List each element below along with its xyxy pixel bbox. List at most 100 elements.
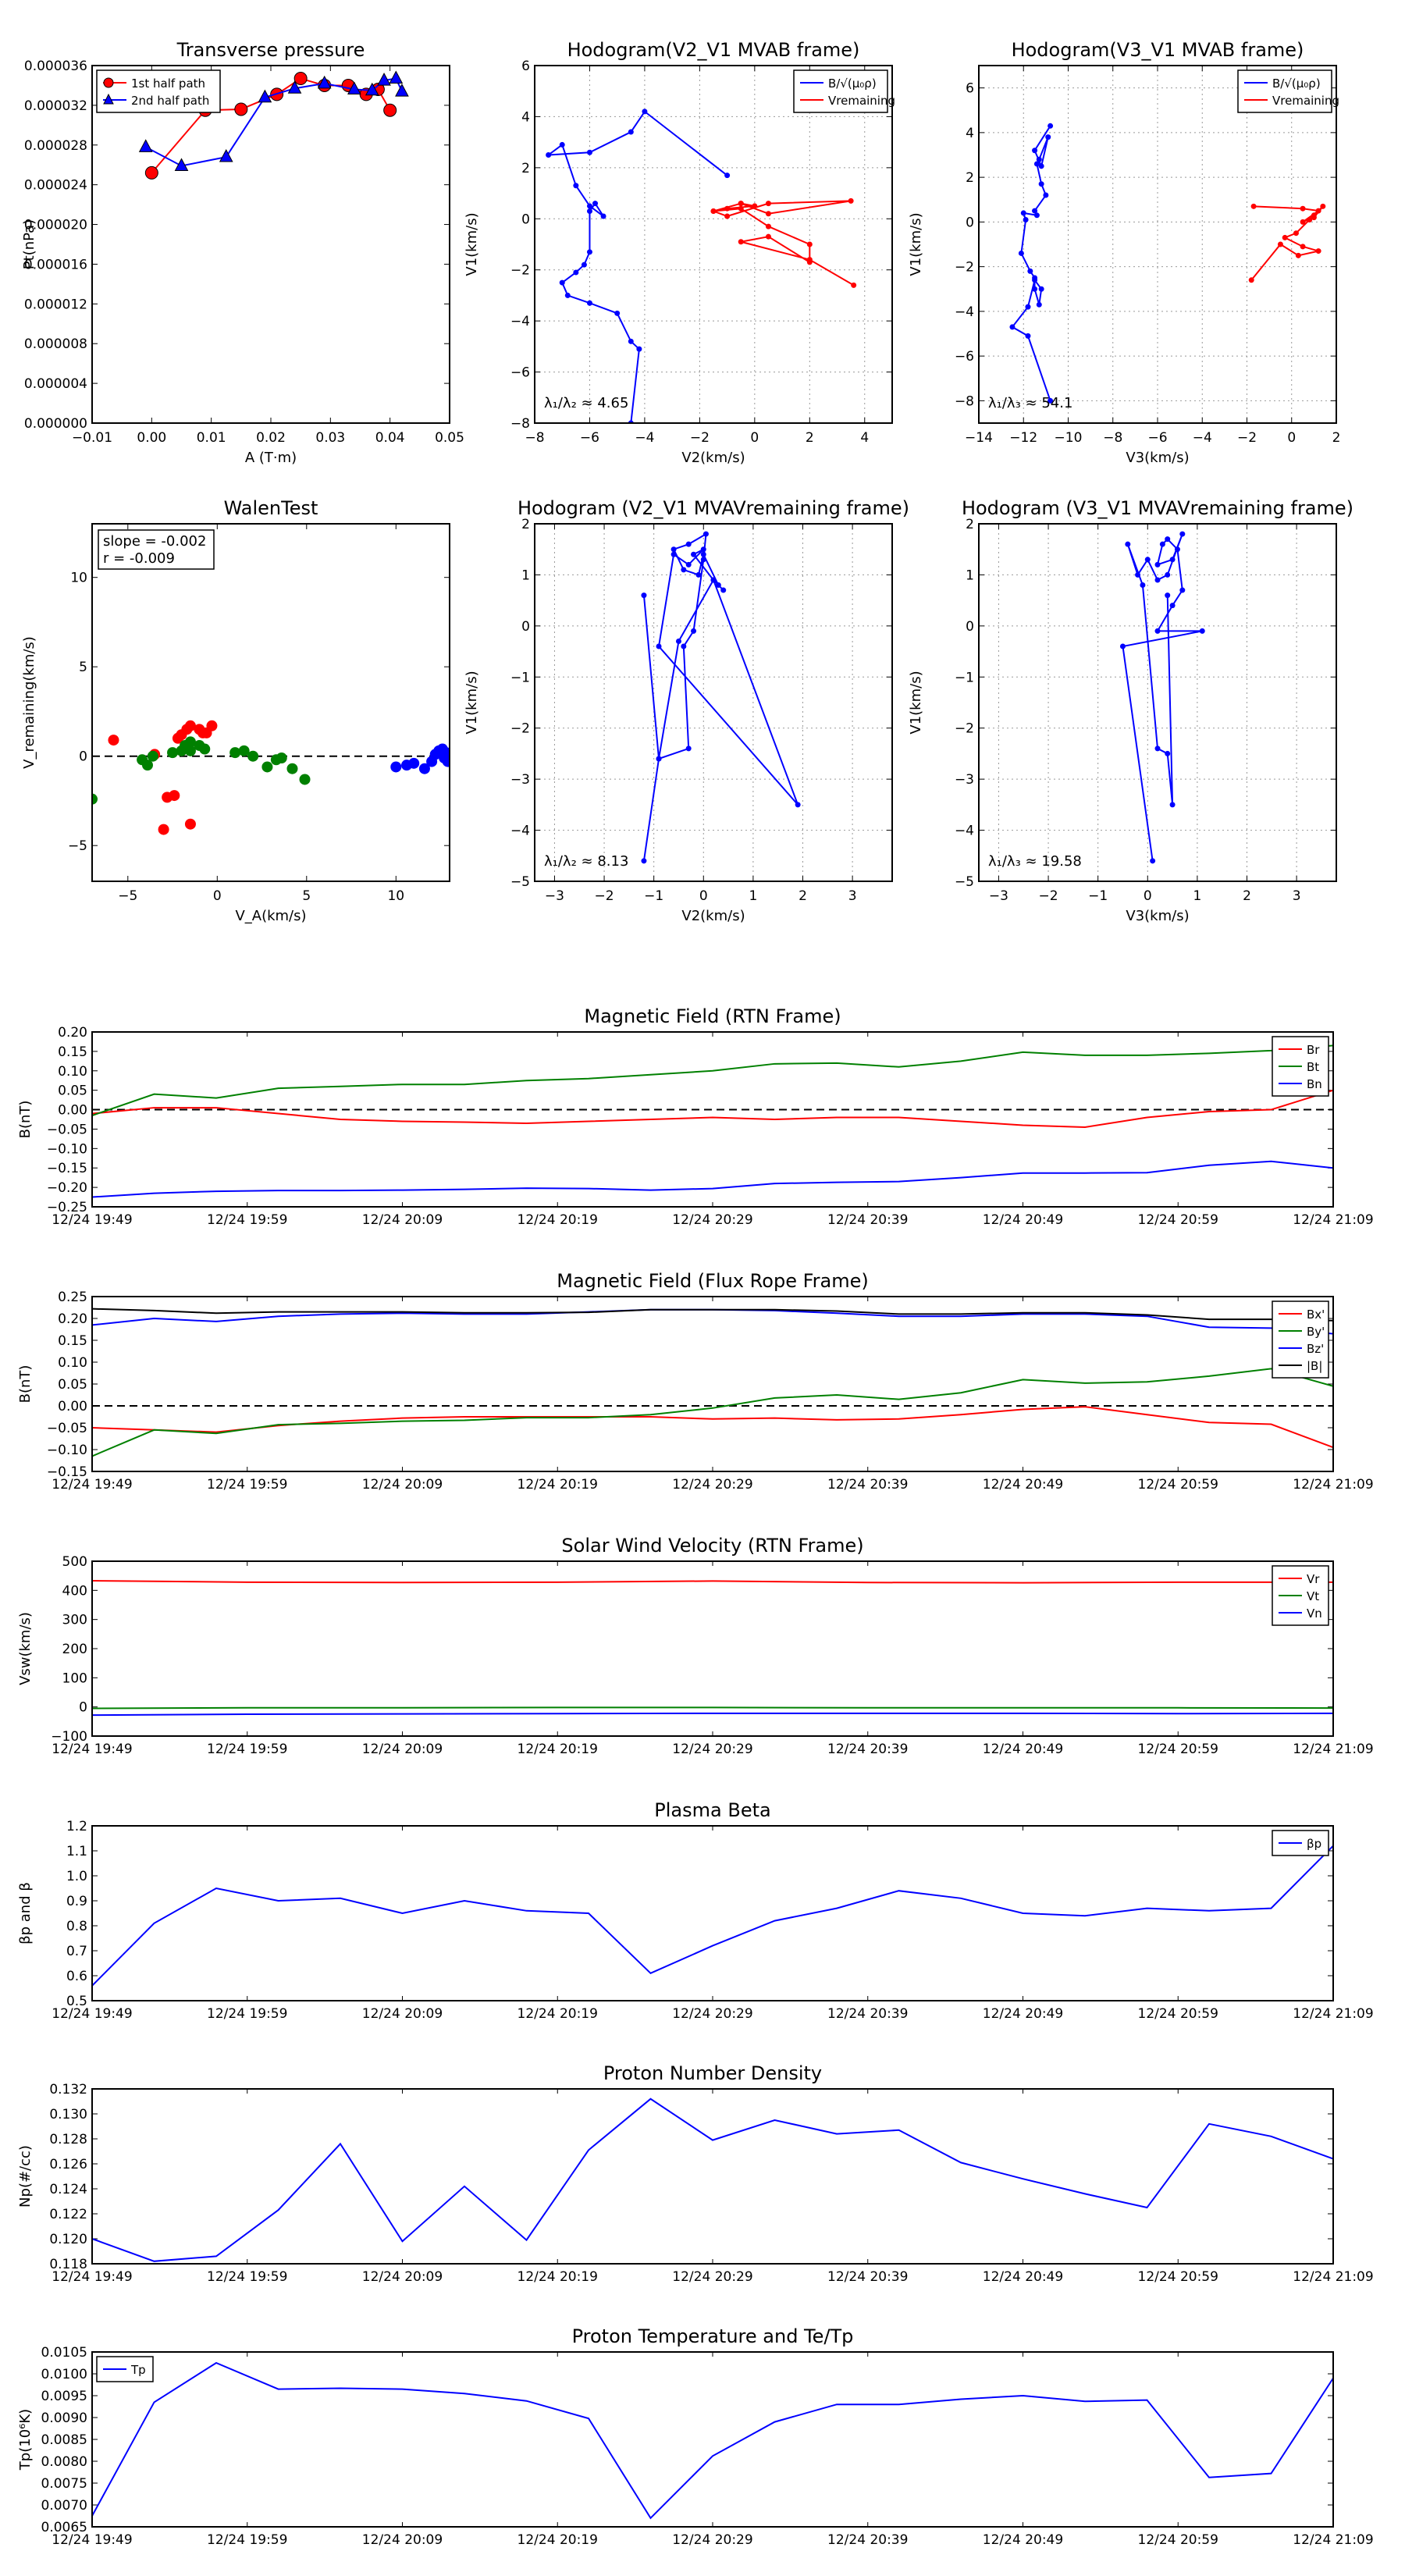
legend-label: Tp	[130, 2363, 146, 2377]
y-axis-label: V1(km/s)	[464, 671, 480, 734]
chart-tp: Proton Temperature and Te/Tp12/24 19:49 1…	[17, 2325, 1374, 2548]
data-point	[1135, 571, 1141, 578]
x-tick-label: −3	[545, 888, 564, 904]
x-axis-label: V_A(km/s)	[235, 908, 306, 924]
y-tick-label: 2	[521, 161, 530, 176]
x-tick-label: 12/24 21:09	[1293, 1742, 1373, 1757]
x-tick-label: 12/24 19:59	[207, 1212, 287, 1228]
y-tick-label: −5	[68, 838, 87, 854]
x-tick-label: −2	[1039, 888, 1058, 904]
data-point	[848, 197, 854, 204]
data-point	[1036, 301, 1042, 308]
y-tick-label: 0.00	[58, 1103, 87, 1119]
data-point	[1307, 217, 1313, 223]
y-tick-label: 300	[62, 1613, 87, 1628]
x-tick-label: 12/24 20:39	[827, 2532, 908, 2548]
plot-frame	[91, 2351, 1334, 2528]
x-tick-label: 12/24 21:09	[1293, 2006, 1373, 2022]
data-point	[1140, 582, 1146, 589]
x-tick-label: 0	[1144, 888, 1152, 904]
plot-area	[92, 1044, 1333, 1198]
x-tick-label: −6	[580, 430, 599, 446]
data-point	[586, 249, 592, 255]
data-point	[1025, 304, 1031, 310]
data-point	[1020, 210, 1026, 216]
legend-label: Bz'	[1307, 1342, 1324, 1356]
y-tick-label: −4	[955, 824, 974, 839]
x-tick-label: 2	[806, 430, 814, 446]
y-axis-label: B(nT)	[17, 1101, 34, 1139]
y-tick-label: 0	[521, 619, 530, 635]
data-point	[1023, 217, 1029, 223]
legend-label: Vn	[1307, 1606, 1322, 1621]
data-point	[695, 571, 702, 578]
y-tick-label: −0.10	[47, 1443, 87, 1458]
y-tick-label: 0.0095	[41, 2389, 87, 2404]
data-point	[1043, 192, 1049, 198]
y-tick-label: 2	[966, 170, 974, 186]
y-tick-label: 0.0105	[41, 2345, 87, 2361]
data-point	[1165, 571, 1171, 578]
legend-label: Bt	[1307, 1060, 1319, 1074]
data-point	[738, 201, 744, 207]
x-tick-label: −6	[1147, 430, 1167, 446]
y-tick-label: 0.000032	[24, 98, 87, 114]
y-tick-label: 1.1	[66, 1844, 87, 1859]
data-point	[700, 551, 706, 557]
y-tick-label: −5	[510, 874, 530, 890]
x-axis-label: V3(km/s)	[1126, 450, 1189, 466]
data-point	[1300, 205, 1306, 212]
legend-label: Vremaining	[828, 94, 895, 108]
x-tick-label: 12/24 20:19	[518, 1477, 598, 1493]
y-tick-label: 1	[966, 568, 974, 583]
x-tick-label: 12/24 20:29	[672, 2006, 752, 2022]
x-tick-label: 0	[213, 888, 222, 904]
data-point	[700, 546, 706, 553]
data-point	[1315, 208, 1321, 214]
x-tick-label: 12/24 20:29	[672, 2269, 752, 2285]
y-tick-label: 500	[62, 1554, 87, 1570]
data-point	[247, 750, 259, 762]
plot-area	[641, 531, 801, 864]
series-line-1	[92, 1706, 1333, 1710]
x-tick-label: 1	[1193, 888, 1201, 904]
data-point	[408, 757, 420, 769]
data-point	[700, 557, 706, 563]
x-tick-label: 12/24 19:59	[207, 1742, 287, 1757]
data-point	[765, 211, 771, 217]
y-tick-label: −4	[510, 824, 530, 839]
plot-area	[1119, 531, 1205, 864]
x-tick-label: 12/24 20:19	[518, 2532, 598, 2548]
x-tick-label: 12/24 20:09	[362, 1212, 443, 1228]
y-tick-label: 0.000024	[24, 178, 87, 194]
y-tick-label: 0.0085	[41, 2432, 87, 2448]
data-point	[685, 745, 692, 752]
data-point	[197, 727, 208, 738]
y-axis-label: V1(km/s)	[908, 212, 924, 276]
y-tick-label: −5	[955, 874, 974, 890]
data-point	[1018, 250, 1024, 256]
data-point	[1179, 531, 1186, 537]
data-point	[1033, 161, 1040, 167]
data-point	[600, 213, 606, 219]
data-point	[439, 752, 450, 763]
chart-title: Hodogram (V3_V1 MVAVremaining frame)	[962, 497, 1353, 519]
data-point	[1165, 592, 1171, 599]
data-point	[138, 139, 153, 152]
plot-area	[92, 720, 450, 835]
y-tick-label: −0.20	[47, 1180, 87, 1196]
chart-mag_rtn: Magnetic Field (RTN Frame)12/24 19:49 12/…	[17, 1005, 1374, 1228]
data-point	[390, 761, 402, 773]
series-line-2	[92, 1308, 1333, 1335]
data-point	[724, 173, 731, 179]
data-point	[710, 577, 717, 583]
x-tick-label: −10	[1055, 430, 1083, 446]
y-tick-label: 0.9	[66, 1894, 87, 1909]
y-tick-label: −0.05	[47, 1122, 87, 1137]
x-axis-label: V2(km/s)	[681, 908, 745, 924]
y-tick-label: 0.126	[49, 2157, 87, 2172]
plot-frame	[91, 2088, 1334, 2265]
chart-title: Hodogram(V2_V1 MVAB frame)	[567, 39, 860, 61]
y-axis-label: V_remaining(km/s)	[21, 636, 37, 769]
y-tick-label: 1	[521, 568, 530, 583]
